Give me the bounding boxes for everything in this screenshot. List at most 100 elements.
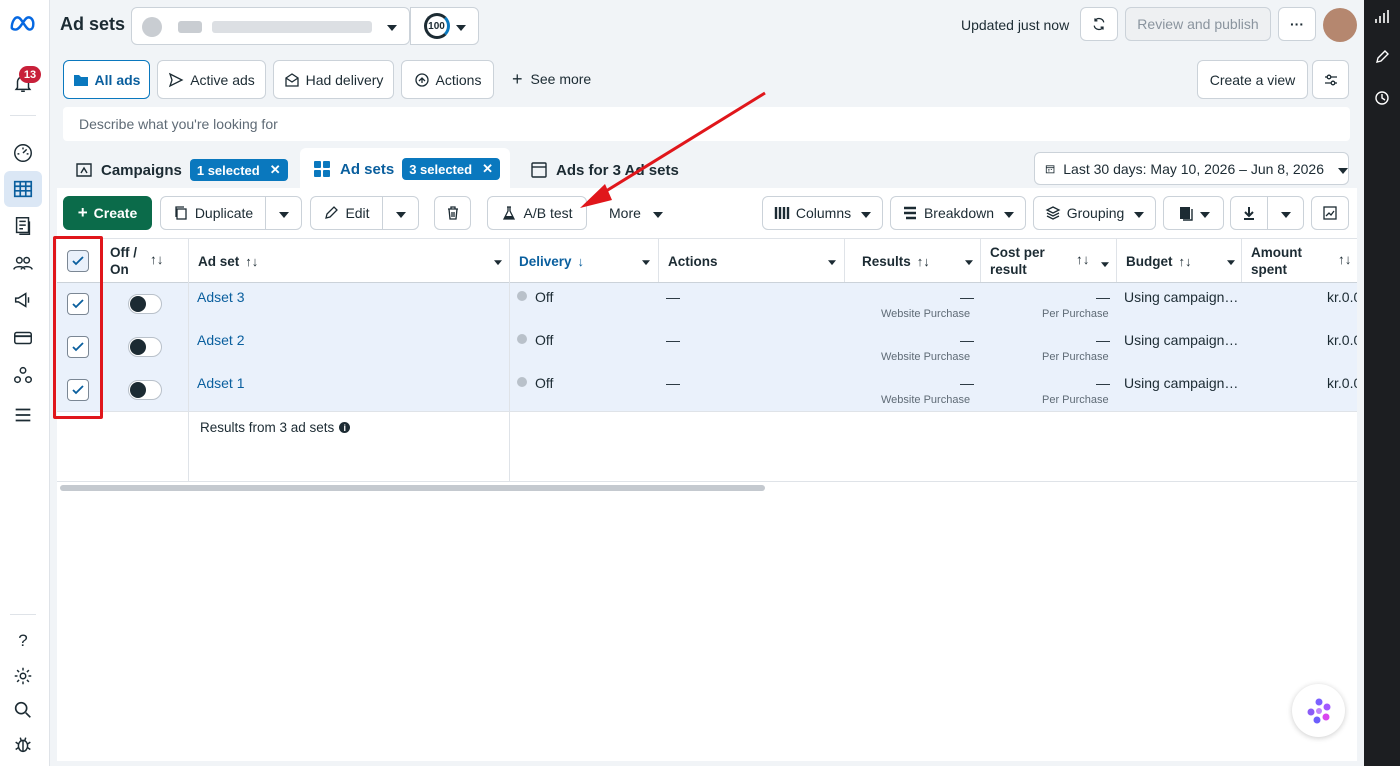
export-dropdown[interactable] (1267, 196, 1304, 230)
actions-value: — (666, 375, 680, 391)
amount-spent-value: kr.0.0 (1327, 289, 1357, 305)
ads-manager-table-icon[interactable] (10, 176, 36, 202)
create-a-view-button[interactable]: Create a view (1197, 60, 1308, 99)
column-header-delivery[interactable]: Delivery ↓ (519, 240, 651, 282)
duplicate-button[interactable]: Duplicate (160, 196, 266, 230)
column-header-budget[interactable]: Budget ↑↓ (1126, 240, 1236, 282)
refresh-button[interactable] (1080, 7, 1118, 41)
columns-dropdown[interactable]: Columns (762, 196, 883, 230)
account-score-dropdown[interactable]: 100 (410, 7, 479, 45)
edit-button[interactable]: Edit (310, 196, 383, 230)
adsets-selected-badge[interactable]: 3 selected ✕ (402, 158, 500, 180)
active-ads-filter[interactable]: Active ads (157, 60, 266, 99)
calendar-icon (1045, 164, 1055, 173)
grouping-dropdown[interactable]: Grouping (1033, 196, 1156, 230)
audiences-people-icon[interactable] (10, 250, 36, 276)
chevron-down-icon[interactable] (828, 255, 836, 267)
sort-arrows-icon[interactable]: ↑↓ (1338, 251, 1352, 268)
clear-selection-icon[interactable]: ✕ (270, 162, 281, 178)
ad-account-selector[interactable] (131, 7, 410, 45)
edit-pencil-icon[interactable] (1373, 48, 1391, 66)
export-button[interactable] (1230, 196, 1268, 230)
chevron-down-icon (278, 205, 289, 221)
adset-on-off-toggle[interactable] (128, 380, 162, 400)
meta-logo-icon[interactable] (8, 10, 38, 36)
sort-arrows-icon[interactable]: ↑↓ (1179, 254, 1192, 269)
adset-name-link[interactable]: Adset 1 (197, 375, 244, 391)
business-assets-icon[interactable] (10, 362, 36, 388)
duplicate-icon (175, 206, 187, 220)
sort-arrows-icon[interactable]: ↑↓ (245, 254, 258, 269)
sort-arrows-icon[interactable]: ↑↓ (1076, 251, 1090, 268)
all-tools-menu-icon[interactable] (10, 402, 36, 428)
chevron-down-icon (387, 18, 397, 34)
adset-name-link[interactable]: Adset 2 (197, 332, 244, 348)
duplicate-dropdown[interactable] (265, 196, 302, 230)
adset-on-off-toggle[interactable] (128, 294, 162, 314)
review-and-publish-button[interactable]: Review and publish (1125, 7, 1271, 41)
layers-icon (1045, 206, 1061, 220)
column-header-ad-set[interactable]: Ad set ↑↓ (198, 240, 503, 282)
chevron-down-icon[interactable] (642, 255, 650, 267)
clear-selection-icon[interactable]: ✕ (482, 161, 493, 177)
results-subtext: Website Purchase (881, 308, 971, 320)
results-value: — (960, 332, 974, 348)
nav-divider (10, 115, 36, 116)
search-icon[interactable] (10, 697, 36, 723)
help-question-icon[interactable]: ? (10, 628, 36, 654)
envelope-icon (284, 72, 299, 87)
amount-spent-value: kr.0.0 (1327, 375, 1357, 391)
billing-card-icon[interactable] (10, 325, 36, 351)
see-more-filters-button[interactable]: + See more (512, 70, 591, 88)
user-avatar[interactable] (1323, 8, 1357, 42)
chevron-down-icon[interactable] (494, 255, 502, 267)
delete-button[interactable] (434, 196, 471, 230)
delivery-status-dot (517, 291, 527, 301)
chevron-down-icon[interactable] (965, 255, 973, 267)
cost-subtext: Per Purchase (1042, 351, 1109, 363)
all-ads-filter[interactable]: All ads (63, 60, 150, 99)
actions-value: — (666, 332, 680, 348)
send-arrow-icon (169, 72, 184, 87)
charts-button[interactable] (1311, 196, 1349, 230)
tab-campaigns[interactable]: Campaigns 1 selected ✕ (63, 152, 295, 188)
sort-arrows-icon[interactable]: ↑↓ (150, 251, 164, 268)
campaigns-selected-badge[interactable]: 1 selected ✕ (189, 159, 288, 181)
chevron-down-icon[interactable] (1101, 257, 1109, 271)
had-delivery-filter[interactable]: Had delivery (273, 60, 394, 99)
column-header-cost-per-result[interactable]: Cost per result ↑↓ (990, 240, 1110, 282)
report-bug-icon[interactable] (10, 731, 36, 757)
actions-filter[interactable]: Actions (401, 60, 494, 99)
history-clock-icon[interactable] (1373, 89, 1391, 107)
chevron-down-icon (1199, 205, 1210, 221)
view-settings-button[interactable] (1312, 60, 1349, 99)
signal-bars-icon[interactable] (1373, 8, 1391, 26)
column-header-off-on[interactable]: Off / On ↑↓ (110, 240, 184, 282)
ai-assistant-button[interactable] (1292, 684, 1345, 737)
tab-ad-sets[interactable]: Ad sets 3 selected ✕ (300, 148, 510, 190)
breakdown-dropdown[interactable]: Breakdown (890, 196, 1026, 230)
column-header-amount-spent[interactable]: Amount spent ↑↓ (1251, 240, 1355, 282)
adset-name-link[interactable]: Adset 3 (197, 289, 244, 305)
campaigns-megaphone-icon[interactable] (10, 287, 36, 313)
catalog-pages-icon[interactable] (10, 213, 36, 239)
edit-dropdown[interactable] (382, 196, 419, 230)
settings-gear-icon[interactable] (10, 663, 36, 689)
adset-on-off-toggle[interactable] (128, 337, 162, 357)
chevron-down-icon[interactable] (1227, 255, 1235, 267)
create-button[interactable]: + Create (63, 196, 152, 230)
reports-dropdown[interactable] (1163, 196, 1224, 230)
date-range-picker[interactable]: Last 30 days: May 10, 2026 – Jun 8, 2026 (1034, 152, 1349, 185)
dashboard-gauge-icon[interactable] (10, 140, 36, 166)
column-header-actions[interactable]: Actions (668, 240, 837, 282)
sort-arrows-icon[interactable]: ↑↓ (917, 254, 930, 269)
horizontal-scrollbar[interactable] (60, 485, 765, 491)
campaign-folder-icon (76, 163, 92, 177)
more-options-button[interactable]: ··· (1278, 7, 1316, 41)
breakdown-icon (903, 206, 916, 220)
column-header-results[interactable]: Results ↑↓ (862, 240, 974, 282)
trash-icon (447, 206, 458, 220)
info-icon[interactable]: i (339, 422, 351, 433)
footer-bottom-border (57, 481, 1357, 482)
sort-down-arrow-icon[interactable]: ↓ (578, 254, 585, 269)
